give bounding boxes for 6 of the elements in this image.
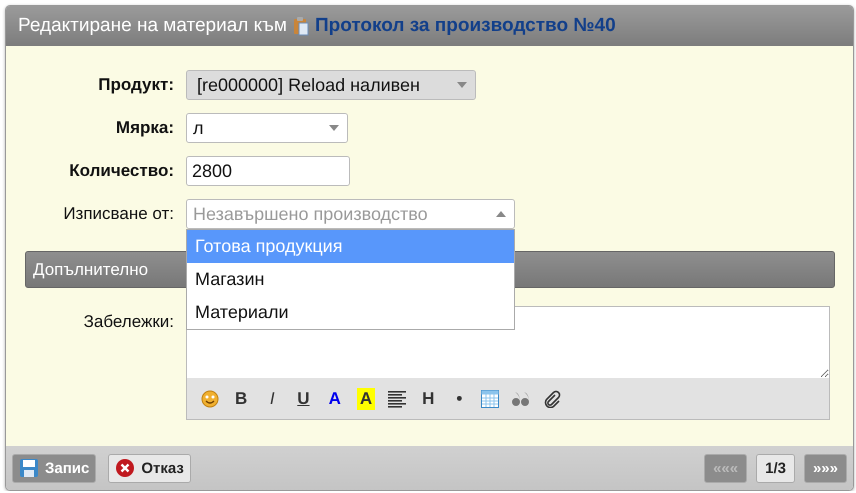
field-label: Мярка: <box>114 118 174 138</box>
field-label: Забележки: <box>82 312 174 332</box>
field-label: Изписване от: <box>62 204 174 224</box>
field-label: Продукт: <box>97 75 174 95</box>
field-label: Количество: <box>68 161 174 181</box>
window-title: Редактиране на материал към <box>18 15 287 37</box>
